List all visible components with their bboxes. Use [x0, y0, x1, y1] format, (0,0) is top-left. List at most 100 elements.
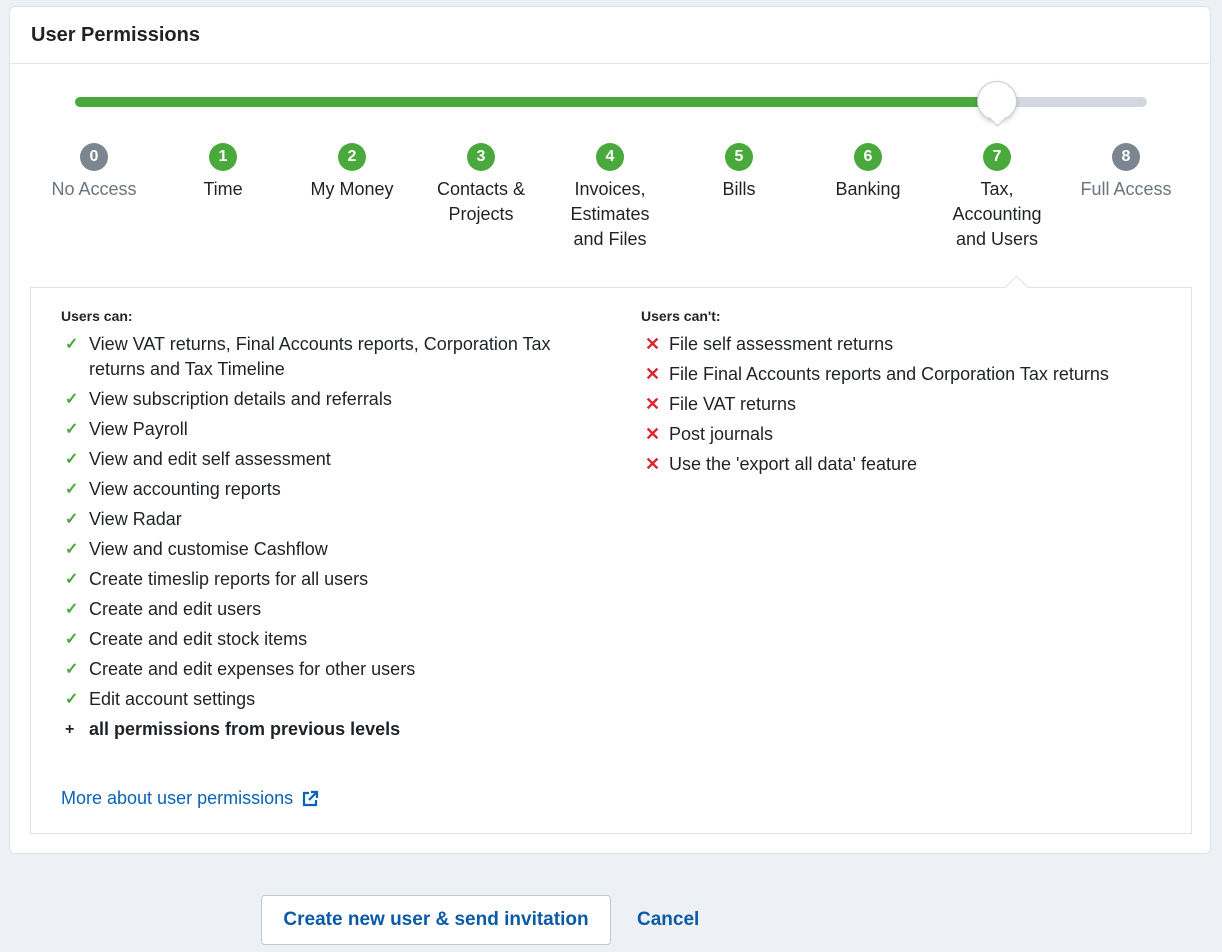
level-7[interactable]: 7 Tax, Accounting and Users	[934, 143, 1060, 252]
level-badge: 3	[467, 143, 495, 171]
user-permissions-card: User Permissions 0 No Access 1 Time 2 My Mone…	[9, 6, 1211, 854]
permission-can-item: ✓ View accounting reports	[61, 477, 601, 502]
card-title: User Permissions	[31, 23, 200, 46]
permission-can-extra: + all permissions from previous levels	[61, 717, 601, 742]
permission-text: File self assessment returns	[669, 334, 894, 354]
level-3[interactable]: 3 Contacts & Projects	[418, 143, 544, 227]
permission-can-item: ✓ Create timeslip reports for all users	[61, 567, 601, 592]
permission-text: File VAT returns	[669, 394, 797, 414]
permission-text: Use the 'export all data' feature	[669, 454, 918, 474]
more-link-label: More about user permissions	[61, 788, 294, 808]
plus-icon: +	[65, 721, 75, 738]
cross-icon: ✕	[645, 424, 661, 444]
panel-pointer	[1004, 275, 1029, 300]
external-link-icon	[303, 790, 319, 806]
permission-can-item: ✓ View and edit self assessment	[61, 447, 601, 472]
permission-level-slider[interactable]	[75, 81, 1147, 121]
check-icon: ✓	[65, 541, 79, 558]
level-badge: 8	[1112, 143, 1140, 171]
level-0[interactable]: 0 No Access	[31, 143, 157, 202]
permission-can-item: ✓ Create and edit users	[61, 597, 601, 622]
check-icon: ✓	[65, 336, 79, 353]
permission-cant-item: ✕ File Final Accounts reports and Corpora…	[641, 362, 1171, 387]
level-1[interactable]: 1 Time	[160, 143, 286, 202]
check-icon: ✓	[65, 631, 79, 648]
permission-cant-item: ✕ File VAT returns	[641, 392, 1171, 417]
level-badge: 7	[983, 143, 1011, 171]
permission-cant-item: ✕ File self assessment returns	[641, 332, 1171, 357]
permission-text: Create timeslip reports for all users	[89, 569, 369, 589]
slider-fill	[75, 97, 997, 107]
check-icon: ✓	[65, 571, 79, 588]
permission-text: all permissions from previous levels	[89, 719, 401, 739]
level-6[interactable]: 6 Banking	[805, 143, 931, 202]
cross-icon: ✕	[645, 364, 661, 384]
level-label: Time	[203, 179, 243, 199]
check-icon: ✓	[65, 601, 79, 618]
level-label: Full Access	[1080, 179, 1172, 199]
check-icon: ✓	[65, 511, 79, 528]
create-user-send-invitation-button[interactable]: Create new user & send invitation	[261, 895, 611, 945]
level-badge: 4	[596, 143, 624, 171]
users-cant-list: ✕ File self assessment returns ✕ File Final…	[641, 332, 1171, 477]
level-2[interactable]: 2 My Money	[289, 143, 415, 202]
users-can-list: ✓ View VAT returns, Final Accounts report…	[61, 332, 601, 742]
level-8[interactable]: 8 Full Access	[1063, 143, 1189, 202]
level-label: Tax, Accounting and Users	[952, 179, 1042, 249]
permission-cant-item: ✕ Use the 'export all data' feature	[641, 452, 1171, 477]
permission-can-item: ✓ Create and edit expenses for other user…	[61, 657, 601, 682]
users-cant-column: Users can't: ✕ File self assessment retur…	[641, 308, 1171, 482]
check-icon: ✓	[65, 691, 79, 708]
permission-text: Post journals	[669, 424, 774, 444]
permission-text: View Payroll	[89, 419, 188, 439]
permission-text: Edit account settings	[89, 689, 256, 709]
permission-text: Create and edit users	[89, 599, 262, 619]
permission-text: File Final Accounts reports and Corporat…	[669, 364, 1109, 384]
level-badge: 2	[338, 143, 366, 171]
permission-text: View and customise Cashflow	[89, 539, 328, 559]
permission-text: Create and edit stock items	[89, 629, 308, 649]
permission-text: View accounting reports	[89, 479, 281, 499]
permission-can-item: ✓ View Payroll	[61, 417, 601, 442]
level-4[interactable]: 4 Invoices, Estimates and Files	[547, 143, 673, 252]
level-badge: 0	[80, 143, 108, 171]
level-badge: 6	[854, 143, 882, 171]
permissions-panel: Users can: ✓ View VAT returns, Final Acco…	[30, 275, 1192, 834]
permission-can-item: ✓ Edit account settings	[61, 687, 601, 712]
cancel-button[interactable]: Cancel	[627, 895, 709, 945]
permission-text: Create and edit expenses for other users	[89, 659, 416, 679]
permission-text: View and edit self assessment	[89, 449, 331, 469]
users-cant-heading: Users can't:	[641, 308, 721, 324]
check-icon: ✓	[65, 451, 79, 468]
cross-icon: ✕	[645, 334, 661, 354]
level-label: My Money	[310, 179, 394, 199]
cross-icon: ✕	[645, 454, 661, 474]
card-header: User Permissions	[10, 7, 1210, 64]
permission-can-item: ✓ Create and edit stock items	[61, 627, 601, 652]
level-label: No Access	[51, 179, 137, 199]
permission-can-item: ✓ View Radar	[61, 507, 601, 532]
level-label: Contacts & Projects	[436, 179, 526, 224]
users-can-heading: Users can:	[61, 308, 133, 324]
level-badge: 1	[209, 143, 237, 171]
permission-text: View subscription details and referrals	[89, 389, 392, 409]
permission-can-item: ✓ View subscription details and referrals	[61, 387, 601, 412]
check-icon: ✓	[65, 481, 79, 498]
level-5[interactable]: 5 Bills	[676, 143, 802, 202]
more-about-permissions-link[interactable]: More about user permissions	[61, 788, 319, 809]
level-label: Banking	[835, 179, 901, 199]
permission-levels: 0 No Access 1 Time 2 My Money 3 Contacts & Proj…	[10, 143, 1212, 263]
cross-icon: ✕	[645, 394, 661, 414]
slider-thumb[interactable]	[977, 81, 1017, 121]
permission-cant-item: ✕ Post journals	[641, 422, 1171, 447]
level-badge: 5	[725, 143, 753, 171]
check-icon: ✓	[65, 421, 79, 438]
users-can-column: Users can: ✓ View VAT returns, Final Acco…	[61, 308, 601, 747]
permission-text: View VAT returns, Final Accounts reports…	[89, 334, 551, 379]
level-label: Invoices, Estimates and Files	[570, 179, 650, 249]
check-icon: ✓	[65, 391, 79, 408]
permission-text: View Radar	[89, 509, 182, 529]
permission-can-item: ✓ View VAT returns, Final Accounts report…	[61, 332, 601, 382]
level-label: Bills	[722, 179, 756, 199]
check-icon: ✓	[65, 661, 79, 678]
